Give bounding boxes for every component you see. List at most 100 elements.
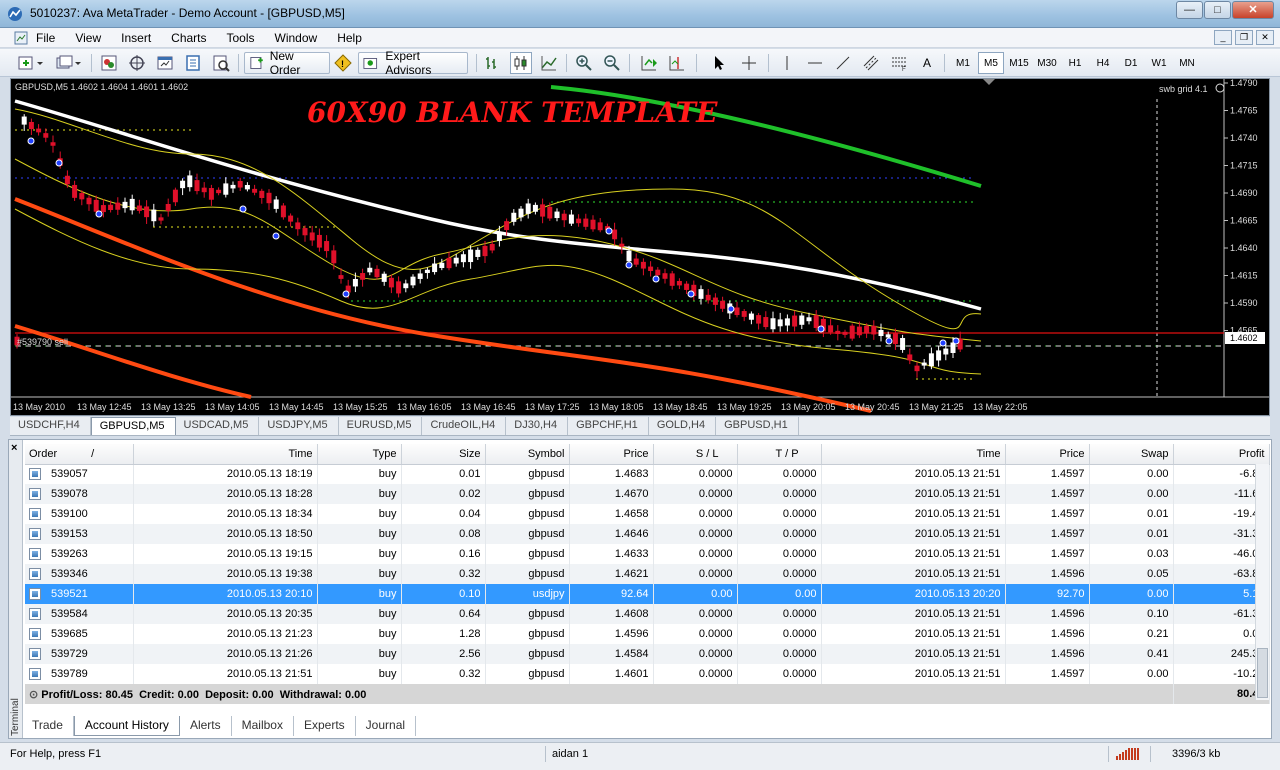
col-open-price[interactable]: Price <box>569 444 654 465</box>
zoom-in-icon[interactable] <box>573 52 595 74</box>
history-row[interactable]: 539153 2010.05.13 18:50 buy 0.08 gbpusd 1.464… <box>25 524 1270 544</box>
trade-arrow-icon[interactable] <box>939 339 947 347</box>
table-scrollbar[interactable] <box>1255 464 1269 700</box>
menu-insert[interactable]: Insert <box>121 31 151 45</box>
chart-tab-gbpusd-m5[interactable]: GBPUSD,M5 <box>90 417 176 435</box>
chart-tab-eurusd-m5[interactable]: EURUSD,M5 <box>339 417 423 435</box>
col-order[interactable]: Order / <box>25 444 134 465</box>
trendline-icon[interactable] <box>832 52 854 74</box>
new-chart-icon[interactable] <box>16 52 46 74</box>
menu-window[interactable]: Window <box>275 31 318 45</box>
timeframe-w1[interactable]: W1 <box>1146 52 1172 74</box>
history-row[interactable]: 539789 2010.05.13 21:51 buy 0.32 gbpusd 1.460… <box>25 664 1270 684</box>
zoom-out-icon[interactable] <box>601 52 623 74</box>
col-symbol[interactable]: Symbol <box>485 444 570 465</box>
trade-arrow-icon[interactable] <box>817 325 825 333</box>
history-row[interactable]: 539346 2010.05.13 19:38 buy 0.32 gbpusd 1.462… <box>25 564 1270 584</box>
trade-arrow-icon[interactable] <box>952 337 960 345</box>
tab-mailbox[interactable]: Mailbox <box>232 716 294 736</box>
child-minimize-icon[interactable]: _ <box>1214 30 1232 45</box>
trade-arrow-icon[interactable] <box>625 261 633 269</box>
text-tool-icon[interactable]: A <box>916 52 938 74</box>
metatrader-app-icon[interactable] <box>7 6 23 22</box>
chart-shift-marker[interactable] <box>983 79 995 85</box>
timeframe-h4[interactable]: H4 <box>1090 52 1116 74</box>
trade-arrow-icon[interactable] <box>55 159 63 167</box>
timeframe-m30[interactable]: M30 <box>1034 52 1060 74</box>
child-close-icon[interactable]: ✕ <box>1256 30 1274 45</box>
trade-arrow-icon[interactable] <box>272 232 280 240</box>
col-profit[interactable]: Profit <box>1173 444 1270 465</box>
vertical-line-icon[interactable] <box>776 52 798 74</box>
data-window-icon[interactable] <box>182 52 204 74</box>
tab-alerts[interactable]: Alerts <box>180 716 232 736</box>
indicator-settings-icon[interactable] <box>1215 83 1225 93</box>
menu-help[interactable]: Help <box>337 31 362 45</box>
tab-account-history[interactable]: Account History <box>73 716 180 736</box>
horizontal-line-icon[interactable] <box>804 52 826 74</box>
col-open-time[interactable]: Time <box>133 444 318 465</box>
timeframe-h1[interactable]: H1 <box>1062 52 1088 74</box>
timeframe-m1[interactable]: M1 <box>950 52 976 74</box>
history-row[interactable]: 539729 2010.05.13 21:26 buy 2.56 gbpusd 1.458… <box>25 644 1270 664</box>
trade-arrow-icon[interactable] <box>605 227 613 235</box>
history-row[interactable]: 539685 2010.05.13 21:23 buy 1.28 gbpusd 1.459… <box>25 624 1270 644</box>
timeframe-m15[interactable]: M15 <box>1006 52 1032 74</box>
chart-tab-dj30-h4[interactable]: DJ30,H4 <box>506 417 569 435</box>
chart-window-icon[interactable] <box>14 31 28 45</box>
col-tp[interactable]: T / P <box>737 444 822 465</box>
chart-tab-usdjpy-m5[interactable]: USDJPY,M5 <box>259 417 339 435</box>
profiles-icon[interactable] <box>54 52 84 74</box>
col-type[interactable]: Type <box>317 444 402 465</box>
maximize-icon[interactable]: □ <box>1204 1 1231 19</box>
chart-shift-icon[interactable] <box>666 52 688 74</box>
trade-arrow-icon[interactable] <box>652 275 660 283</box>
auto-scroll-icon[interactable] <box>638 52 660 74</box>
child-restore-icon[interactable]: ❐ <box>1235 30 1253 45</box>
history-row[interactable]: 539057 2010.05.13 18:19 buy 0.01 gbpusd 1.468… <box>25 464 1270 484</box>
menu-charts[interactable]: Charts <box>171 31 206 45</box>
status-profile[interactable]: aidan 1 <box>552 748 588 760</box>
trade-arrow-icon[interactable] <box>342 290 350 298</box>
tab-trade[interactable]: Trade <box>22 716 74 736</box>
chart-tab-usdchf-h4[interactable]: USDCHF,H4 <box>10 417 91 435</box>
trade-arrow-icon[interactable] <box>27 137 35 145</box>
scrollbar-thumb[interactable] <box>1257 648 1268 698</box>
col-size[interactable]: Size <box>401 444 486 465</box>
trade-arrow-icon[interactable] <box>95 210 103 218</box>
expert-advisors-button[interactable]: Expert Advisors <box>358 49 468 77</box>
tab-experts[interactable]: Experts <box>294 716 356 736</box>
close-terminal-icon[interactable]: × <box>11 442 17 454</box>
timeframe-d1[interactable]: D1 <box>1118 52 1144 74</box>
minimize-icon[interactable]: — <box>1176 1 1203 19</box>
chart-tab-usdcad-m5[interactable]: USDCAD,M5 <box>176 417 260 435</box>
menu-view[interactable]: View <box>75 31 101 45</box>
history-row[interactable]: 539263 2010.05.13 19:15 buy 0.16 gbpusd 1.463… <box>25 544 1270 564</box>
price-chart[interactable]: 1.4790 1.4765 1.4740 1.4715 1.4690 1.4665 1.46… <box>10 78 1270 416</box>
timeframe-mn[interactable]: MN <box>1174 52 1200 74</box>
candlestick-chart-icon[interactable] <box>510 52 532 74</box>
new-order-button[interactable]: New Order <box>244 49 330 77</box>
crosshair-icon[interactable] <box>738 52 760 74</box>
bar-chart-icon[interactable] <box>482 52 504 74</box>
terminal-icon[interactable] <box>154 52 176 74</box>
close-icon[interactable]: ✕ <box>1232 1 1274 19</box>
chart-tab-gold-h4[interactable]: GOLD,H4 <box>649 417 717 435</box>
trade-arrow-icon[interactable] <box>885 337 893 345</box>
chart-tab-gbpchf-h1[interactable]: GBPCHF,H1 <box>568 417 649 435</box>
history-row[interactable]: 539521 2010.05.13 20:10 buy 0.10 usdjpy 92.64… <box>25 584 1270 604</box>
equidistant-channel-icon[interactable] <box>860 52 882 74</box>
menu-tools[interactable]: Tools <box>227 31 255 45</box>
col-close-price[interactable]: Price <box>1005 444 1090 465</box>
strategy-tester-icon[interactable] <box>210 52 232 74</box>
fibonacci-icon[interactable]: F <box>888 52 910 74</box>
market-watch-icon[interactable] <box>98 52 120 74</box>
trade-arrow-icon[interactable] <box>239 205 247 213</box>
menu-file[interactable]: File <box>36 31 55 45</box>
cursor-icon[interactable] <box>708 52 730 74</box>
metaeditor-icon[interactable]: ! <box>332 52 354 74</box>
chart-canvas[interactable]: 1.4790 1.4765 1.4740 1.4715 1.4690 1.4665 1.46… <box>11 79 1269 415</box>
navigator-icon[interactable] <box>126 52 148 74</box>
history-row[interactable]: 539584 2010.05.13 20:35 buy 0.64 gbpusd 1.460… <box>25 604 1270 624</box>
line-chart-icon[interactable] <box>538 52 560 74</box>
